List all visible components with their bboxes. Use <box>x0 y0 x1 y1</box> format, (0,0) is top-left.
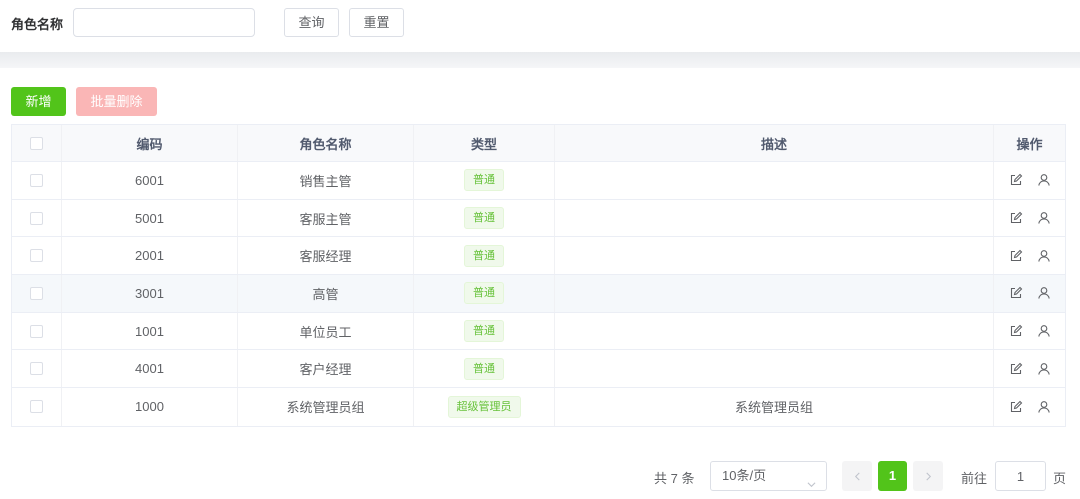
cell-name: 单位员工 <box>238 312 414 350</box>
table-header: 编码 角色名称 类型 描述 操作 <box>12 125 1065 162</box>
row-checkbox[interactable] <box>30 286 43 300</box>
next-page-button[interactable] <box>913 461 943 491</box>
page-number-current[interactable]: 1 <box>878 461 907 491</box>
cell-operations <box>994 237 1065 274</box>
table-row[interactable]: 6001 销售主管 普通 <box>12 162 1065 200</box>
table-row[interactable]: 5001 客服主管 普通 <box>12 199 1065 238</box>
page-size-select[interactable]: 10条/页 <box>710 461 827 491</box>
role-name-search-input[interactable] <box>73 8 255 37</box>
page-suffix-label: 页 <box>1053 471 1067 486</box>
cell-operations <box>994 388 1065 426</box>
cell-name: 客户经理 <box>238 350 414 388</box>
type-tag: 普通 <box>464 357 504 380</box>
cell-code: 4001 <box>62 350 238 388</box>
batch-delete-button[interactable]: 批量删除 <box>76 87 157 116</box>
cell-description <box>555 275 994 312</box>
goto-page-input[interactable] <box>995 461 1046 491</box>
header-type: 类型 <box>414 125 555 161</box>
edit-icon[interactable] <box>1009 324 1023 338</box>
table-row[interactable]: 3001 高管 普通 <box>12 275 1065 313</box>
row-checkbox[interactable] <box>30 173 43 187</box>
header-code: 编码 <box>62 125 238 161</box>
user-icon[interactable] <box>1037 249 1051 263</box>
cell-code: 2001 <box>62 237 238 275</box>
cell-operations <box>994 275 1065 312</box>
cell-description <box>555 162 994 199</box>
prev-page-button[interactable] <box>842 461 872 491</box>
cell-name: 销售主管 <box>238 162 414 199</box>
query-button[interactable]: 查询 <box>284 8 339 37</box>
cell-operations <box>994 313 1065 350</box>
edit-icon[interactable] <box>1009 211 1023 225</box>
row-checkbox[interactable] <box>30 249 43 263</box>
table-row[interactable]: 1000 系统管理员组 超级管理员 系统管理员组 <box>12 388 1065 426</box>
goto-label: 前往 <box>961 471 988 486</box>
header-description: 描述 <box>555 125 994 161</box>
user-icon[interactable] <box>1037 324 1051 338</box>
cell-description <box>555 237 994 275</box>
type-tag: 普通 <box>464 320 504 343</box>
cell-code: 3001 <box>62 275 238 312</box>
user-icon[interactable] <box>1037 362 1051 376</box>
cell-code: 1000 <box>62 388 238 426</box>
select-all-checkbox[interactable] <box>30 136 43 150</box>
edit-icon[interactable] <box>1009 173 1023 187</box>
edit-icon[interactable] <box>1009 362 1023 376</box>
row-checkbox[interactable] <box>30 362 43 376</box>
cell-code: 5001 <box>62 199 238 237</box>
table-row[interactable]: 1001 单位员工 普通 <box>12 312 1065 351</box>
cell-code: 6001 <box>62 162 238 199</box>
roles-table: 编码 角色名称 类型 描述 操作 6001 销售主管 普通 5001 客服主管 普通 200… <box>11 124 1066 427</box>
section-divider <box>0 52 1080 68</box>
cell-operations <box>994 350 1065 387</box>
cell-description <box>555 312 994 350</box>
user-icon[interactable] <box>1037 173 1051 187</box>
row-checkbox[interactable] <box>30 211 43 225</box>
type-tag: 普通 <box>464 244 504 267</box>
pagination: 共 7 条 10条/页 1 前往 页 <box>0 461 1080 491</box>
type-tag: 普通 <box>464 282 504 305</box>
type-tag: 普通 <box>464 207 504 230</box>
cell-operations <box>994 200 1065 237</box>
table-body: 6001 销售主管 普通 5001 客服主管 普通 2001 客服经理 普通 3001 高管 普通 10… <box>12 162 1065 426</box>
cell-name: 高管 <box>238 275 414 312</box>
cell-name: 客服经理 <box>238 237 414 275</box>
search-label: 角色名称 <box>11 17 64 32</box>
cell-description: 系统管理员组 <box>555 388 994 426</box>
cell-name: 系统管理员组 <box>238 388 414 426</box>
user-icon[interactable] <box>1037 400 1051 414</box>
table-row[interactable]: 4001 客户经理 普通 <box>12 350 1065 389</box>
chevron-left-icon <box>853 468 862 484</box>
table-row[interactable]: 2001 客服经理 普通 <box>12 237 1065 276</box>
row-checkbox[interactable] <box>30 324 43 338</box>
cell-name: 客服主管 <box>238 199 414 237</box>
cell-description <box>555 199 994 237</box>
edit-icon[interactable] <box>1009 286 1023 300</box>
user-icon[interactable] <box>1037 211 1051 225</box>
header-name: 角色名称 <box>238 125 414 161</box>
chevron-right-icon <box>924 468 933 484</box>
search-bar: 角色名称 查询 重置 <box>0 0 1080 52</box>
type-tag: 普通 <box>464 169 504 192</box>
add-button[interactable]: 新增 <box>11 87 66 116</box>
cell-operations <box>994 162 1065 199</box>
reset-button[interactable]: 重置 <box>349 8 404 37</box>
cell-description <box>555 350 994 388</box>
cell-code: 1001 <box>62 312 238 350</box>
edit-icon[interactable] <box>1009 400 1023 414</box>
edit-icon[interactable] <box>1009 249 1023 263</box>
header-operation: 操作 <box>1016 136 1043 152</box>
user-icon[interactable] <box>1037 286 1051 300</box>
chevron-down-icon <box>807 471 816 488</box>
type-tag: 超级管理员 <box>447 395 521 418</box>
row-checkbox[interactable] <box>30 400 43 414</box>
pagination-total: 共 7 条 <box>654 471 695 486</box>
page-size-value: 10条/页 <box>722 468 767 483</box>
